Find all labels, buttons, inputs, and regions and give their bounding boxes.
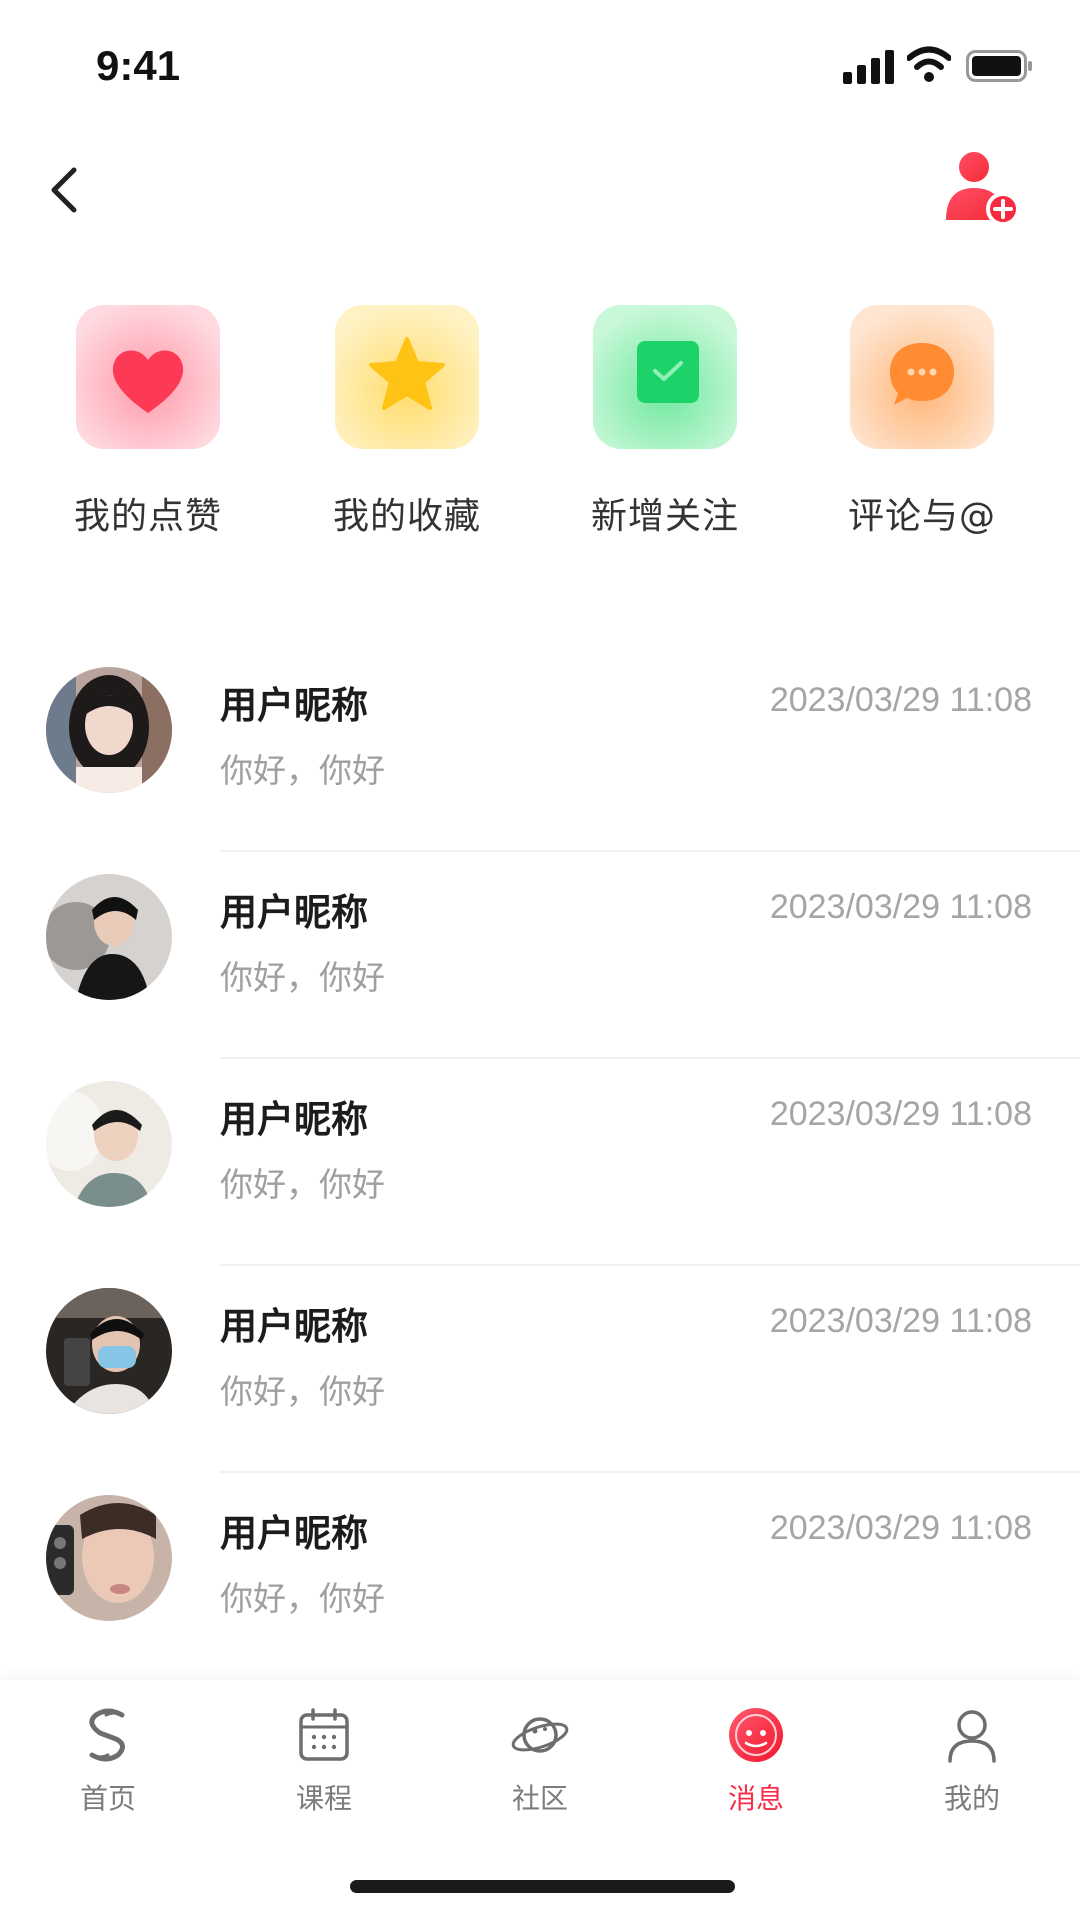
user-nickname: 用户昵称 [220, 1512, 368, 1555]
message-preview: 你好，你好 [220, 751, 385, 790]
avatar [46, 874, 172, 1000]
message-preview: 你好，你好 [220, 958, 385, 997]
user-nickname: 用户昵称 [220, 891, 368, 934]
tab-label: 首页 [79, 1782, 136, 1815]
list-item[interactable]: 用户昵称 2023/03/29 11:08 你好，你好 [0, 852, 1080, 1059]
likes-tile [76, 305, 220, 449]
comments-tile [850, 305, 994, 449]
user-icon [948, 1710, 996, 1763]
message-timestamp: 2023/03/29 11:08 [769, 1302, 1032, 1340]
tab-messages[interactable]: 消息 [648, 1705, 864, 1835]
tab-profile[interactable]: 我的 [864, 1705, 1080, 1835]
calendar-icon [299, 1708, 349, 1761]
quick-action-new-followers[interactable]: 新增关注 [560, 305, 770, 555]
avatar [46, 1288, 172, 1414]
tab-label: 我的 [943, 1782, 1000, 1815]
quick-action-label: 新增关注 [590, 496, 739, 537]
status-bar: 9:41 [0, 0, 1080, 130]
signal-icon [843, 50, 894, 84]
message-icon [729, 1708, 783, 1762]
avatar [46, 667, 172, 793]
favorites-tile [335, 305, 479, 449]
quick-action-comments[interactable]: 评论与@ [817, 305, 1027, 555]
avatar [46, 1495, 172, 1621]
quick-action-favorites[interactable]: 我的收藏 [302, 305, 512, 555]
tab-label: 消息 [727, 1782, 784, 1815]
tab-home[interactable]: 首页 [0, 1705, 216, 1835]
list-item[interactable]: 用户昵称 2023/03/29 11:08 你好，你好 [0, 645, 1080, 852]
wifi-icon [907, 46, 951, 82]
chevron-left-icon[interactable] [40, 160, 88, 220]
list-item[interactable]: 用户昵称 2023/03/29 11:08 你好，你好 [0, 1473, 1080, 1680]
add-user-icon[interactable] [944, 150, 1022, 228]
message-timestamp: 2023/03/29 11:08 [769, 1095, 1032, 1133]
quick-action-label: 我的点赞 [73, 496, 222, 537]
home-icon [89, 1708, 125, 1762]
user-nickname: 用户昵称 [220, 1305, 368, 1348]
quick-actions: 我的点赞 我的收藏 新增关注 评论与@ [0, 305, 1080, 555]
quick-action-likes[interactable]: 我的点赞 [43, 305, 253, 555]
message-timestamp: 2023/03/29 11:08 [769, 888, 1032, 926]
user-nickname: 用户昵称 [220, 1098, 368, 1141]
list-item[interactable]: 用户昵称 2023/03/29 11:08 你好，你好 [0, 1266, 1080, 1473]
user-nickname: 用户昵称 [220, 684, 368, 727]
planet-icon [511, 1717, 569, 1753]
battery-icon [966, 50, 1032, 82]
tab-courses[interactable]: 课程 [216, 1705, 432, 1835]
message-list: 用户昵称 2023/03/29 11:08 你好，你好 用户昵称 2023/03… [0, 645, 1080, 1680]
quick-action-label: 我的收藏 [332, 496, 481, 537]
quick-action-label: 评论与@ [847, 496, 996, 537]
heart-icon [76, 305, 220, 449]
message-preview: 你好，你好 [220, 1372, 385, 1411]
message-timestamp: 2023/03/29 11:08 [769, 681, 1032, 719]
check-icon [593, 305, 737, 449]
tab-label: 社区 [511, 1782, 568, 1815]
tab-community[interactable]: 社区 [432, 1705, 648, 1835]
home-indicator [350, 1880, 735, 1893]
message-timestamp: 2023/03/29 11:08 [769, 1509, 1032, 1547]
avatar [46, 1081, 172, 1207]
star-icon [335, 305, 479, 449]
followers-tile [593, 305, 737, 449]
message-center-screen: 9:41 我的点赞 我的收藏 新增关注 评论与@ 用户昵称 2023/03/29… [0, 0, 1080, 1920]
message-preview: 你好，你好 [220, 1579, 385, 1618]
comment-icon [850, 305, 994, 449]
message-preview: 你好，你好 [220, 1165, 385, 1204]
tab-label: 课程 [295, 1782, 352, 1815]
list-item[interactable]: 用户昵称 2023/03/29 11:08 你好，你好 [0, 1059, 1080, 1266]
status-time: 9:41 [96, 42, 181, 89]
